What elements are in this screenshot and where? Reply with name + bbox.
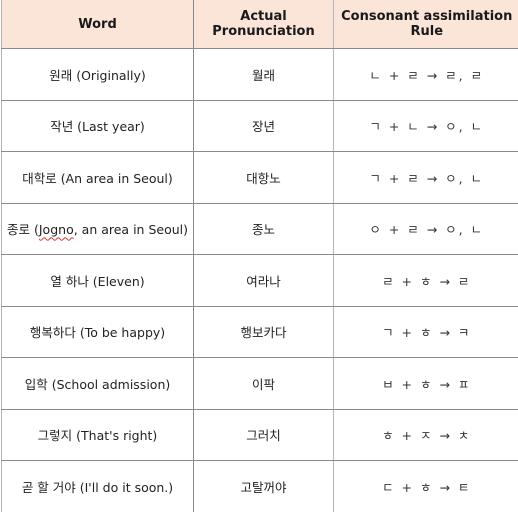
rule-cell: ㄴ + ㄹ → ㄹ, ㄹ: [333, 48, 518, 101]
word-prefix: 종로 (: [7, 222, 39, 238]
rule-cell: ㄱ + ㄹ → ㅇ, ㄴ: [333, 151, 518, 204]
word-cell: 종로 (Jogno, an area in Seoul): [1, 202, 194, 255]
pronunciation-cell: 행보카다: [193, 305, 334, 358]
header-pronunciation: Actual Pronunciation: [193, 0, 334, 49]
table-row: 열 하나 (Eleven) 여라나 ㄹ + ㅎ → ㄹ: [1, 254, 518, 307]
table-row: 작년 (Last year) 장년 ㄱ + ㄴ → ㅇ, ㄴ: [1, 99, 518, 152]
table-row: 원래 (Originally) 월래 ㄴ + ㄹ → ㄹ, ㄹ: [1, 48, 518, 101]
pronunciation-cell: 대항노: [193, 151, 334, 204]
pronunciation-cell: 여라나: [193, 254, 334, 307]
pronunciation-cell: 이팍: [193, 357, 334, 410]
header-rule: Consonant assimilation Rule: [333, 0, 518, 49]
header-row: Word Actual Pronunciation Consonant assi…: [1, 0, 518, 49]
pronunciation-cell: 종노: [193, 202, 334, 255]
spellcheck-marked-word: Jogno: [38, 222, 74, 238]
table-row: 대학로 (An area in Seoul) 대항노 ㄱ + ㄹ → ㅇ, ㄴ: [1, 151, 518, 204]
table-row: 종로 (Jogno, an area in Seoul) 종노 ㅇ + ㄹ → …: [1, 202, 518, 255]
rule-cell: ㄱ + ㅎ → ㅋ: [333, 305, 518, 358]
word-cell: 대학로 (An area in Seoul): [1, 151, 194, 204]
rule-cell: ㄱ + ㄴ → ㅇ, ㄴ: [333, 99, 518, 152]
word-cell: 그렇지 (That's right): [1, 408, 194, 461]
rule-cell: ㅇ + ㄹ → ㅇ, ㄴ: [333, 202, 518, 255]
rule-cell: ㄹ + ㅎ → ㄹ: [333, 254, 518, 307]
word-cell: 작년 (Last year): [1, 99, 194, 152]
table-row: 입학 (School admission) 이팍 ㅂ + ㅎ → ㅍ: [1, 357, 518, 410]
header-word: Word: [1, 0, 194, 49]
word-suffix: , an area in Seoul): [73, 222, 188, 238]
rule-cell: ㅎ + ㅈ → ㅊ: [333, 408, 518, 461]
rule-cell: ㄷ + ㅎ → ㅌ: [333, 460, 518, 512]
table-row: 그렇지 (That's right) 그러치 ㅎ + ㅈ → ㅊ: [1, 408, 518, 461]
word-cell: 곧 할 거야 (I'll do it soon.): [1, 460, 194, 512]
word-cell: 원래 (Originally): [1, 48, 194, 101]
table-row: 곧 할 거야 (I'll do it soon.) 고탈꺼야 ㄷ + ㅎ → ㅌ: [1, 460, 518, 512]
pronunciation-cell: 그러치: [193, 408, 334, 461]
word-cell: 열 하나 (Eleven): [1, 254, 194, 307]
pronunciation-cell: 월래: [193, 48, 334, 101]
consonant-assimilation-table: Word Actual Pronunciation Consonant assi…: [1, 0, 518, 512]
pronunciation-cell: 장년: [193, 99, 334, 152]
table-row: 행복하다 (To be happy) 행보카다 ㄱ + ㅎ → ㅋ: [1, 305, 518, 358]
pronunciation-cell: 고탈꺼야: [193, 460, 334, 512]
rule-cell: ㅂ + ㅎ → ㅍ: [333, 357, 518, 410]
word-cell: 행복하다 (To be happy): [1, 305, 194, 358]
word-cell: 입학 (School admission): [1, 357, 194, 410]
